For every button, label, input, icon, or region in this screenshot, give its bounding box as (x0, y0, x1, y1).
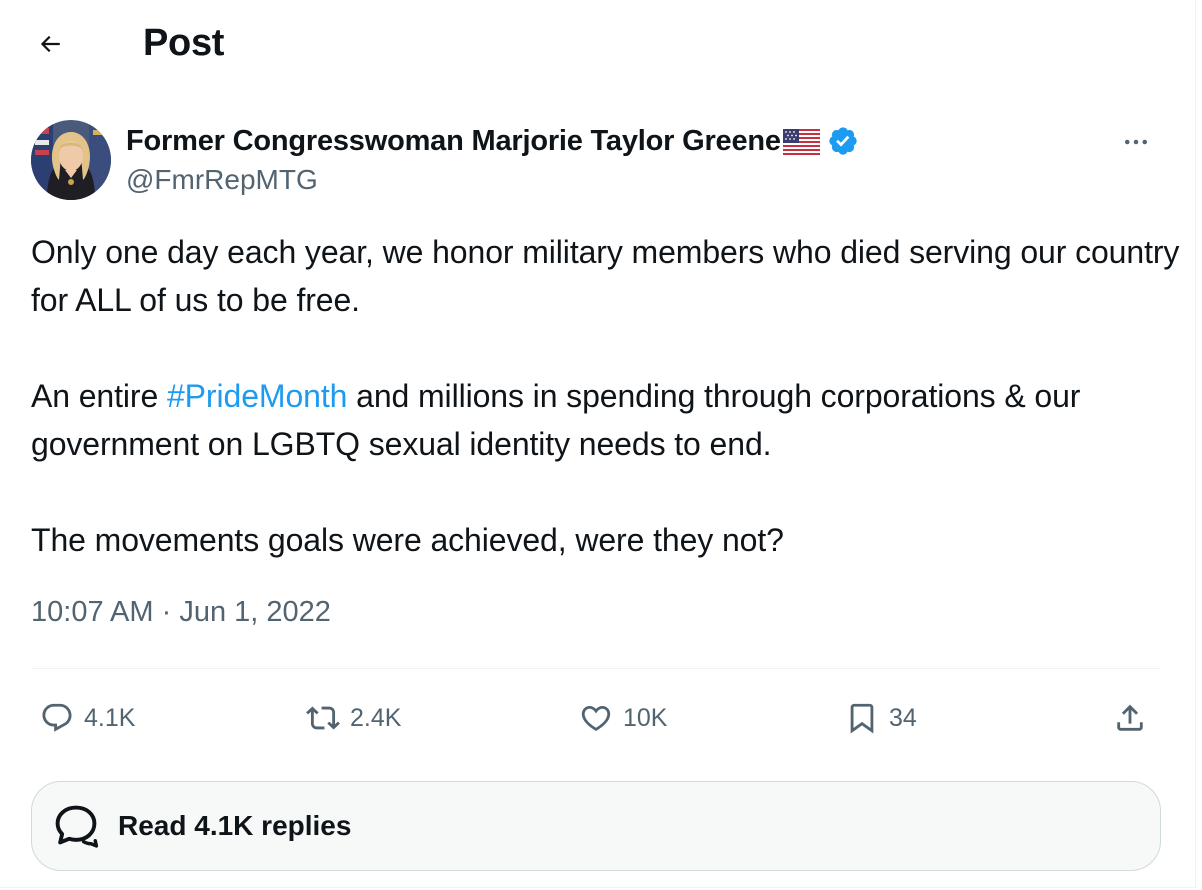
author-block: Former Congresswoman Marjorie Taylor Gre… (126, 122, 859, 196)
repost-icon (306, 706, 340, 730)
bookmark-button[interactable]: 34 (845, 696, 917, 740)
speech-bubble-icon (55, 805, 99, 848)
post-detail-panel: Post Former Congresswoman Marjorie Taylo… (0, 0, 1196, 888)
page-title: Post (143, 22, 225, 64)
bookmark-count: 34 (889, 703, 917, 732)
share-icon (1117, 704, 1143, 731)
reply-button[interactable]: 4.1K (40, 696, 135, 740)
tweet-paragraph: The movements goals were achieved, were … (31, 522, 784, 558)
share-button[interactable] (1113, 696, 1147, 740)
us-flag-icon (782, 129, 820, 155)
more-options-button[interactable] (1114, 122, 1158, 162)
tweet-paragraph: Only one day each year, we honor militar… (31, 234, 1180, 318)
back-button[interactable] (28, 22, 72, 66)
read-replies-label: Read 4.1K replies (118, 810, 352, 841)
timestamp-separator: · (153, 596, 180, 628)
arrow-left-icon (40, 35, 60, 53)
verified-badge-icon[interactable] (827, 125, 859, 157)
post-timestamp: 10:07 AM · Jun 1, 2022 (31, 596, 331, 629)
repost-count: 2.4K (350, 703, 402, 732)
divider (31, 668, 1161, 669)
author-handle[interactable]: @FmrRepMTG (126, 164, 859, 196)
bookmark-icon (850, 703, 874, 734)
author-name-row: Former Congresswoman Marjorie Taylor Gre… (126, 122, 859, 160)
tweet-text-segment: An entire (31, 378, 167, 414)
heart-icon (581, 705, 611, 731)
avatar[interactable] (31, 120, 111, 200)
author-display-name[interactable]: Former Congresswoman Marjorie Taylor Gre… (126, 125, 781, 158)
hashtag-link[interactable]: #PrideMonth (167, 378, 347, 414)
profile-photo (31, 120, 111, 200)
post-time-link[interactable]: 10:07 AM (31, 596, 154, 628)
more-dots-icon (1125, 139, 1147, 145)
repost-button[interactable]: 2.4K (306, 696, 401, 740)
tweet-paragraph: An entire #PrideMonth and millions in sp… (31, 372, 1181, 468)
reply-icon (42, 703, 72, 732)
reply-count: 4.1K (84, 703, 136, 732)
tweet-text: Only one day each year, we honor militar… (31, 228, 1181, 564)
post-date-link[interactable]: Jun 1, 2022 (179, 596, 331, 628)
like-count: 10K (623, 703, 668, 732)
like-button[interactable]: 10K (579, 696, 667, 740)
page-header: Post (0, 0, 1196, 88)
read-replies-button[interactable]: Read 4.1K replies (31, 781, 1161, 871)
